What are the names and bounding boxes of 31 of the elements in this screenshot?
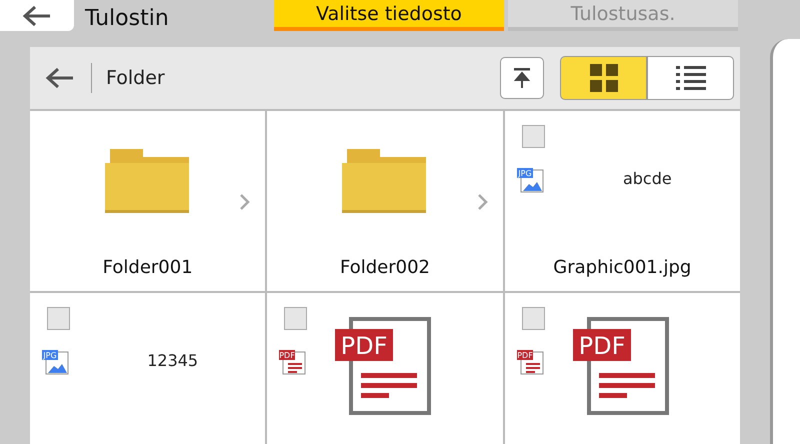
screen-title: Tulostin: [84, 5, 170, 31]
list-icon: [676, 65, 706, 91]
file-tile[interactable]: PDF PDF: [504, 293, 740, 444]
list-view-button[interactable]: [647, 56, 734, 100]
tab[interactable]: Valitse tiedosto: [274, 0, 504, 31]
checkbox[interactable]: [284, 307, 308, 330]
file-name: Folder001: [102, 257, 194, 278]
folder-icon: [342, 149, 426, 213]
back-arrow-icon: [22, 4, 52, 26]
chevron-right-icon: [239, 193, 252, 211]
file-name: Graphic001.jpg: [552, 257, 692, 278]
file-preview-text: abcde: [622, 169, 673, 188]
grid-icon: [588, 63, 618, 93]
folder-path: Folder: [106, 67, 166, 89]
checkbox[interactable]: [522, 307, 545, 330]
back-button[interactable]: [0, 0, 74, 31]
folder-tile[interactable]: Folder001: [30, 111, 266, 291]
file-name: Folder002: [339, 257, 431, 278]
chevron-right-icon: [476, 193, 489, 211]
folder-icon: [105, 149, 189, 213]
file-tile[interactable]: PDF PDF: [267, 293, 503, 444]
folder-tile[interactable]: Folder002: [267, 111, 503, 291]
grid-view-button[interactable]: [560, 56, 647, 100]
file-tile[interactable]: JPG 12345: [30, 293, 266, 444]
upload-icon: [513, 67, 531, 89]
checkbox[interactable]: [522, 125, 545, 148]
back-arrow-icon[interactable]: [45, 67, 75, 89]
checkbox[interactable]: [47, 307, 70, 330]
file-tile[interactable]: JPG abcde Graphic001.jpg: [504, 111, 740, 291]
upload-button[interactable]: [500, 57, 544, 99]
file-preview-text: 12345: [146, 351, 200, 370]
